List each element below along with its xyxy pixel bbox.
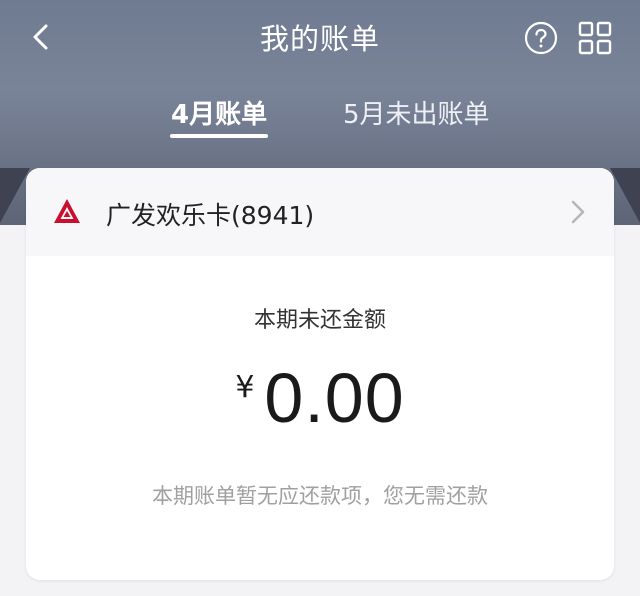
bill-screen: 我的账单 4月账单 5月未出账单 广发欢乐卡(8941) 本期未还金额 ¥0.0… [0, 0, 640, 596]
amount-label: 本期未还金额 [253, 308, 386, 333]
tab-may-unbilled[interactable]: 5月未出账单 [343, 94, 490, 131]
card-name: 广发欢乐卡(8941) [106, 201, 315, 230]
currency-symbol: ¥ [235, 370, 255, 405]
question-circle-icon[interactable] [524, 21, 558, 55]
bill-card: 广发欢乐卡(8941) 本期未还金额 ¥0.00 本期账单暂无应还款项，您无需还… [26, 168, 614, 580]
bank-logo-icon [54, 199, 80, 223]
chevron-right-icon [571, 200, 585, 224]
amount-value: 0.00 [264, 359, 405, 437]
tab-april-bill[interactable]: 4月账单 [171, 94, 267, 131]
header-fold-right [610, 168, 640, 223]
card-selector[interactable]: 广发欢乐卡(8941) [26, 168, 614, 256]
grid-icon[interactable] [578, 21, 612, 55]
active-tab-indicator [170, 134, 268, 138]
amount-display: ¥0.00 [26, 358, 614, 438]
no-payment-note: 本期账单暂无应还款项，您无需还款 [152, 484, 488, 508]
